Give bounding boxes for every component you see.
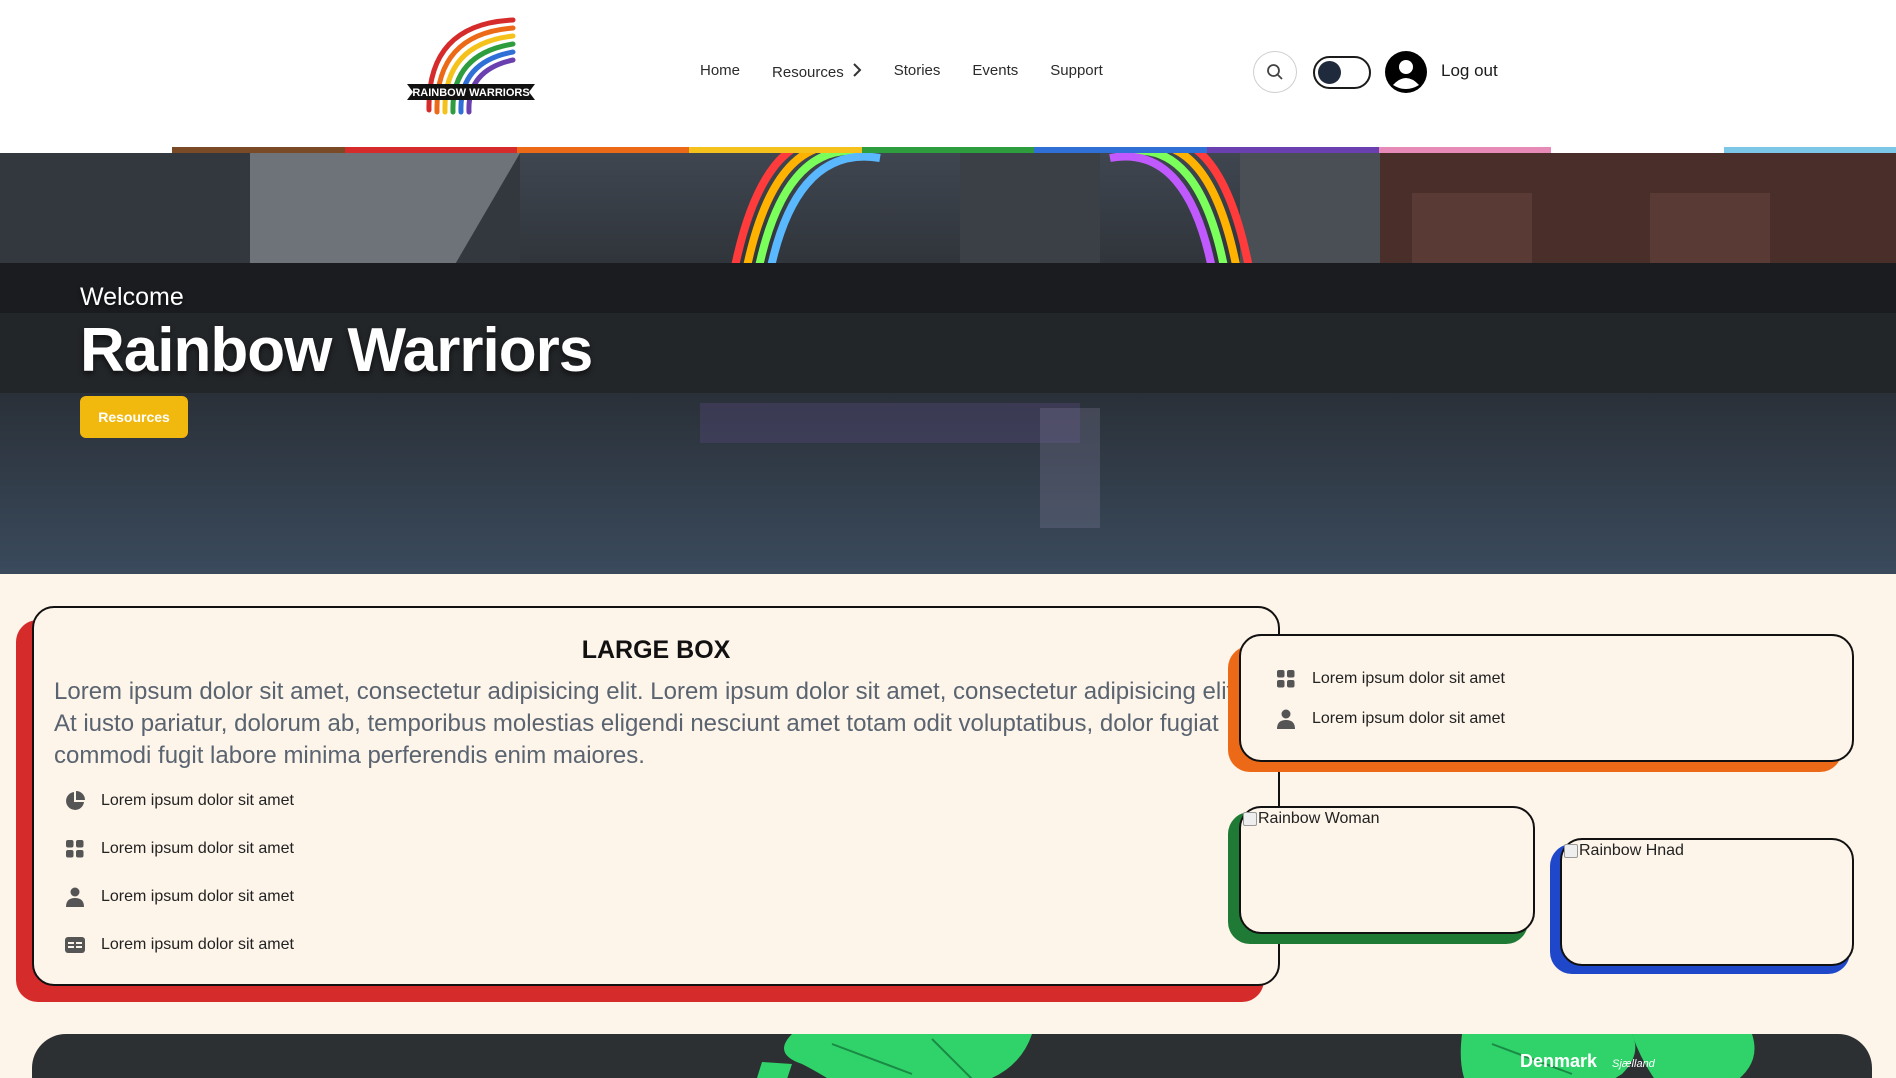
user-circle-icon — [1385, 51, 1427, 93]
large-box-text: Lorem ipsum dolor sit amet, consectetur … — [54, 678, 1240, 769]
card-icon — [64, 934, 86, 956]
hero-title: Rainbow Warriors — [80, 316, 593, 385]
nav-events[interactable]: Events — [972, 62, 1018, 79]
large-list-item-label: Lorem ipsum dolor sit amet — [101, 936, 294, 953]
search-button[interactable] — [1253, 51, 1297, 93]
small-box: Lorem ipsum dolor sit amet Lorem ipsum d… — [1239, 634, 1854, 762]
small-list-item-label: Lorem ipsum dolor sit amet — [1312, 710, 1505, 727]
nav-stories[interactable]: Stories — [894, 62, 941, 79]
logout-link[interactable]: Log out — [1441, 61, 1498, 81]
large-list-item: Lorem ipsum dolor sit amet — [64, 886, 294, 908]
site-header: RAINBOW WARRIORS Home Resources Stories … — [0, 0, 1896, 147]
nav-stories-label: Stories — [893, 61, 941, 79]
grid-icon — [64, 838, 86, 860]
person-icon — [1275, 708, 1297, 730]
hero-resources-button[interactable]: Resources — [80, 396, 188, 438]
theme-toggle[interactable] — [1313, 56, 1371, 89]
nav-resources-label: Resources — [772, 63, 844, 81]
nav-home[interactable]: Home — [700, 62, 740, 79]
large-list-item-label: Lorem ipsum dolor sit amet — [101, 840, 294, 857]
large-list-item-label: Lorem ipsum dolor sit amet — [101, 888, 294, 905]
broken-image: Rainbow Woman — [1243, 810, 1380, 828]
small-list-item: Lorem ipsum dolor sit amet — [1275, 708, 1505, 730]
hero-banner: Welcome Rainbow Warriors Resources — [0, 153, 1896, 574]
image-box-woman: Rainbow Woman — [1239, 806, 1535, 934]
grid-icon — [1275, 668, 1297, 690]
small-list-item-label: Lorem ipsum dolor sit amet — [1312, 670, 1505, 687]
account-button[interactable] — [1385, 51, 1427, 93]
small-list-item: Lorem ipsum dolor sit amet — [1275, 668, 1505, 690]
map-sublabel: Sjælland — [1612, 1058, 1655, 1070]
image-box-hand: Rainbow Hnad — [1560, 838, 1854, 966]
pie-chart-icon — [64, 790, 86, 812]
hero-welcome: Welcome — [80, 283, 184, 311]
map-panel[interactable]: Denmark Sjælland — [32, 1034, 1872, 1078]
logo-text: RAINBOW WARRIORS — [412, 87, 529, 99]
broken-image-icon — [1564, 844, 1578, 858]
large-list-item-label: Lorem ipsum dolor sit amet — [101, 792, 294, 809]
nav-support-label: Support — [1050, 61, 1103, 79]
rainbow-logo-icon: RAINBOW WARRIORS — [407, 17, 535, 115]
broken-image: Rainbow Hnad — [1564, 842, 1684, 860]
nav-support[interactable]: Support — [1050, 62, 1103, 79]
logo[interactable]: RAINBOW WARRIORS — [405, 14, 537, 122]
nav-home-label: Home — [700, 61, 741, 79]
image-alt-text: Rainbow Woman — [1258, 810, 1380, 827]
person-icon — [64, 886, 86, 908]
map-label: Denmark — [1520, 1051, 1598, 1071]
large-list-item: Lorem ipsum dolor sit amet — [64, 838, 294, 860]
image-alt-text: Rainbow Hnad — [1579, 842, 1684, 859]
toggle-knob — [1318, 61, 1341, 84]
nav-resources[interactable]: Resources — [772, 62, 862, 82]
large-box-title: LARGE BOX — [581, 636, 731, 664]
large-list-item: Lorem ipsum dolor sit amet — [64, 934, 294, 956]
nav-events-label: Events — [972, 61, 1019, 79]
broken-image-icon — [1243, 812, 1257, 826]
search-icon — [1267, 64, 1283, 80]
chevron-right-icon — [852, 62, 862, 82]
main-nav: Home Resources Stories Events Support — [700, 58, 1135, 82]
large-box: LARGE BOX Lorem ipsum dolor sit amet, co… — [32, 606, 1280, 986]
large-list-item: Lorem ipsum dolor sit amet — [64, 790, 294, 812]
